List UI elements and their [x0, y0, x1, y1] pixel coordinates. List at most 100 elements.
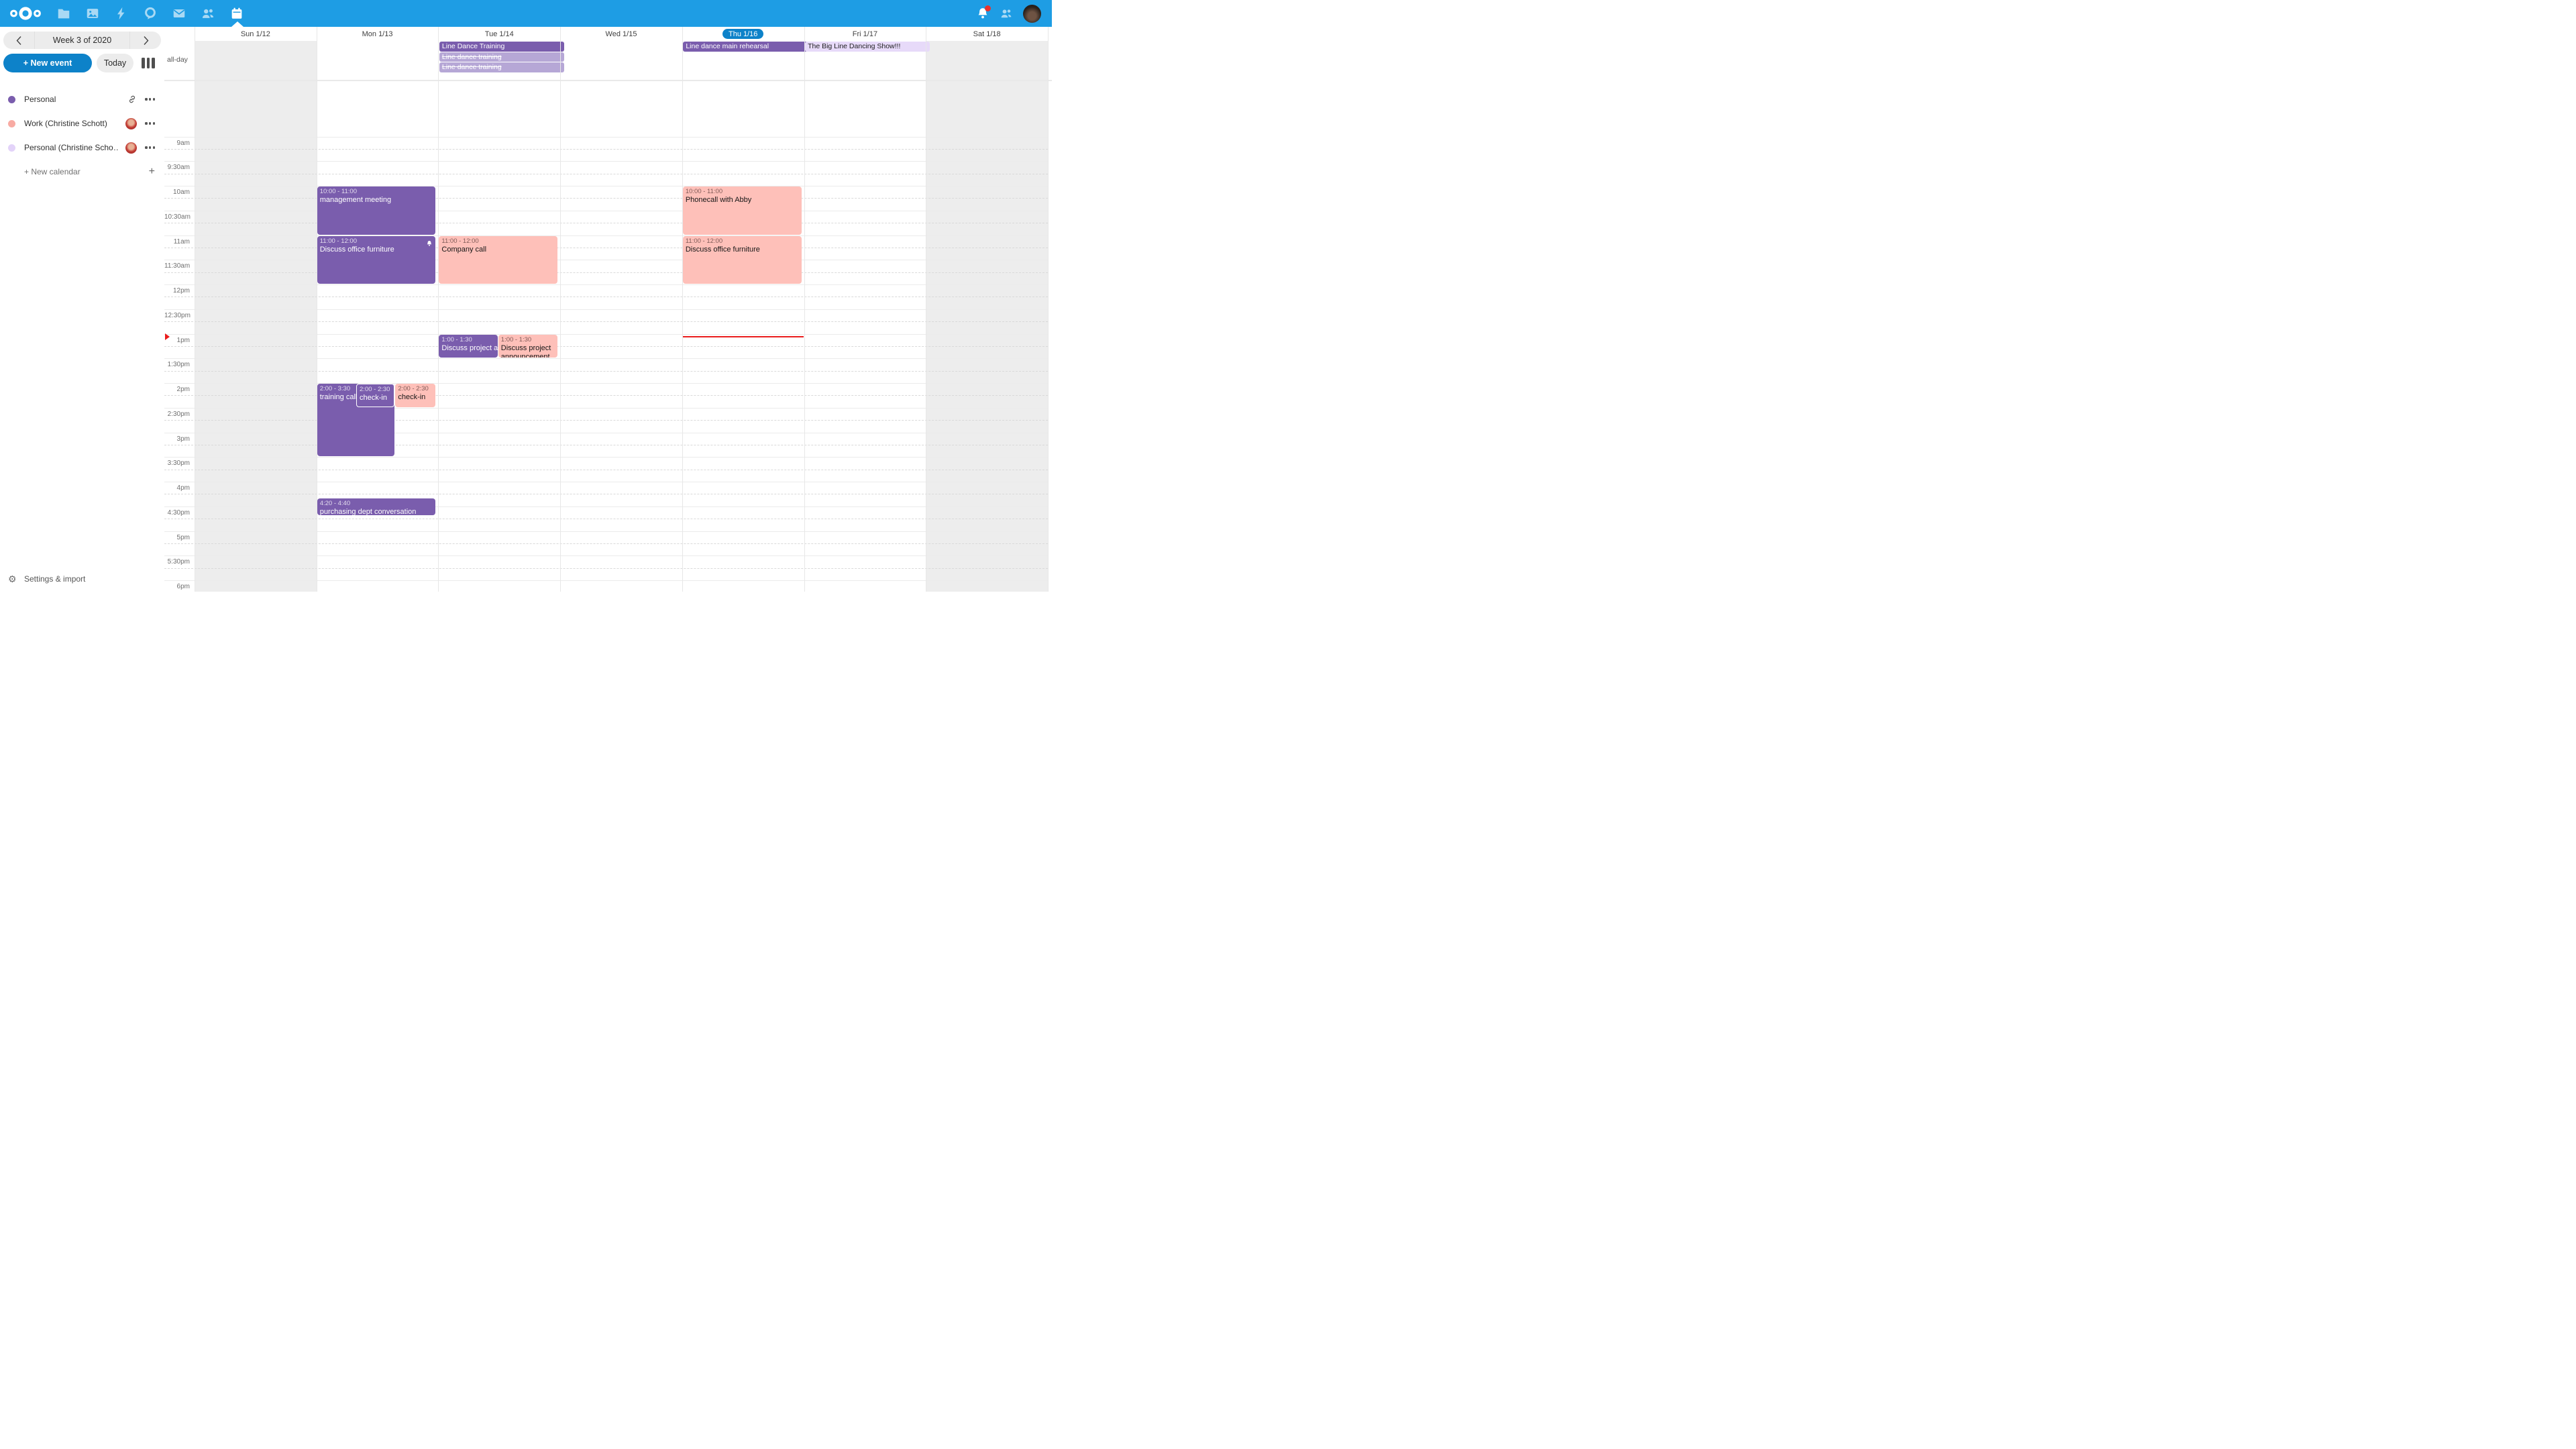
quarter-slot-line — [164, 198, 1048, 199]
previous-week-button[interactable] — [3, 32, 34, 49]
slot-line — [164, 531, 1048, 532]
calendar-color-dot[interactable] — [8, 96, 15, 103]
day-header-label: Wed 1/15 — [606, 30, 637, 38]
all-day-label: all-day — [167, 56, 188, 64]
calendar-color-dot[interactable] — [8, 120, 15, 127]
calendar-item-actions — [125, 118, 155, 129]
day-column[interactable] — [804, 81, 926, 592]
share-link-icon[interactable] — [127, 95, 137, 104]
time-axis-label: 9:30am — [164, 162, 190, 172]
week-navigation: Week 3 of 2020 — [3, 32, 161, 49]
column-divider — [804, 27, 805, 592]
weekend-shading — [926, 41, 1048, 80]
plus-icon[interactable]: + — [149, 166, 155, 177]
new-calendar-label: + New calendar — [24, 167, 80, 176]
next-week-button[interactable] — [130, 32, 161, 49]
talk-app-icon[interactable] — [143, 6, 158, 21]
time-axis-label: 4:30pm — [164, 508, 190, 518]
quarter-slot-line — [164, 321, 1048, 322]
new-calendar-button[interactable]: + New calendar + — [0, 160, 164, 184]
event-time: 1:00 - 1:30 — [501, 336, 555, 344]
settings-and-import[interactable]: ⚙ Settings & import — [0, 570, 85, 588]
sidebar-actions: + New event Today — [3, 54, 161, 72]
calendar-event[interactable]: 11:00 - 12:00Company call — [439, 236, 557, 284]
calendar-event[interactable]: 11:00 - 12:00Discuss office furniture — [317, 236, 436, 284]
calendar-app-icon[interactable] — [229, 6, 244, 21]
calendar-event[interactable]: 2:00 - 2:30check-in — [395, 384, 435, 407]
day-header: Thu 1/16 — [682, 27, 804, 41]
all-day-event[interactable]: The Big Line Dancing Show!!! — [805, 42, 930, 52]
user-avatar[interactable] — [1023, 5, 1041, 23]
calendar-owner-avatar — [125, 142, 137, 154]
time-axis-label: 11:30am — [164, 261, 190, 271]
activity-app-icon[interactable] — [114, 6, 129, 21]
calendar-name: Personal — [24, 95, 56, 104]
time-axis-label: 10am — [164, 187, 190, 197]
contacts-menu-icon[interactable] — [1000, 7, 1013, 20]
day-column[interactable] — [195, 81, 317, 592]
calendar-event[interactable]: 10:00 - 11:00management meeting — [317, 186, 436, 235]
event-title: management meeting — [320, 196, 433, 205]
time-grid: 9am9:30am10am10:30am11am11:30am12pm12:30… — [164, 81, 1052, 592]
slot-line — [164, 383, 1048, 384]
all-day-section: all-day Line Dance TrainingLine dance tr… — [164, 41, 1052, 81]
event-title: Phonecall with Abby — [686, 196, 799, 205]
mail-app-icon[interactable] — [172, 6, 186, 21]
photos-app-icon[interactable] — [85, 6, 100, 21]
week-label[interactable]: Week 3 of 2020 — [34, 32, 130, 49]
event-time: 10:00 - 11:00 — [686, 188, 799, 196]
all-day-event[interactable]: Line dance training — [439, 62, 564, 72]
calendar-actions-menu-icon[interactable] — [145, 122, 155, 124]
calendar-event[interactable]: 2:00 - 2:30check-in — [356, 384, 394, 407]
today-button[interactable]: Today — [97, 54, 133, 72]
calendar-item-actions — [125, 142, 155, 154]
event-time: 11:00 - 12:00 — [441, 237, 555, 246]
slot-line — [164, 235, 1048, 236]
all-day-event[interactable]: Line dance main rehearsal — [683, 42, 808, 52]
calendar-name: Personal (Christine Scho… — [24, 143, 118, 152]
view-switcher-icon[interactable] — [142, 58, 155, 68]
calendar-list-item[interactable]: Work (Christine Schott) — [0, 111, 164, 136]
calendar-list-item[interactable]: Personal (Christine Scho… — [0, 136, 164, 160]
day-column[interactable] — [560, 81, 682, 592]
current-time-arrow — [165, 333, 170, 340]
time-axis-label: 2:30pm — [164, 409, 190, 419]
calendar-sidebar: Week 3 of 2020 + New event Today Persona… — [0, 27, 165, 592]
day-header: Tue 1/14 — [438, 27, 560, 41]
nextcloud-calendar-app: Week 3 of 2020 + New event Today Persona… — [0, 0, 1052, 592]
contacts-app-icon[interactable] — [201, 6, 215, 21]
new-event-button[interactable]: + New event — [3, 54, 92, 72]
active-app-indicator — [231, 21, 244, 27]
reminder-bell-icon — [426, 238, 433, 250]
all-day-event[interactable]: Line dance training — [439, 52, 564, 62]
all-day-event[interactable]: Line Dance Training — [439, 42, 564, 52]
files-app-icon[interactable] — [56, 6, 71, 21]
calendar-event[interactable]: 1:00 - 1:30Discuss project announcement — [498, 335, 557, 358]
calendar-event[interactable]: 1:00 - 1:30Discuss project announcement — [439, 335, 497, 358]
app-navigation — [56, 0, 244, 27]
day-column[interactable] — [926, 81, 1048, 592]
calendar-color-dot[interactable] — [8, 144, 15, 152]
quarter-slot-line — [164, 543, 1048, 544]
calendar-actions-menu-icon[interactable] — [145, 98, 155, 100]
calendar-event[interactable]: 4:20 - 4:40purchasing dept conversation — [317, 498, 436, 515]
calendar-event[interactable]: 10:00 - 11:00Phonecall with Abby — [683, 186, 802, 235]
settings-label: Settings & import — [24, 574, 85, 584]
event-time: 2:00 - 2:30 — [398, 385, 433, 393]
notifications-bell-icon[interactable] — [976, 7, 989, 20]
event-title: Discuss project announcement — [441, 344, 494, 353]
day-header-row: Sun 1/12Mon 1/13Tue 1/14Wed 1/15Thu 1/16… — [164, 27, 1052, 41]
calendar-week-view: Sun 1/12Mon 1/13Tue 1/14Wed 1/15Thu 1/16… — [164, 27, 1052, 592]
slot-line — [164, 457, 1048, 458]
calendar-event[interactable]: 11:00 - 12:00Discuss office furniture — [683, 236, 802, 284]
calendar-actions-menu-icon[interactable] — [145, 146, 155, 148]
day-header-label: Sat 1/18 — [973, 30, 1001, 38]
quarter-slot-line — [164, 568, 1048, 569]
event-time: 1:00 - 1:30 — [441, 336, 494, 344]
calendar-list-item[interactable]: Personal — [0, 87, 164, 111]
slot-line — [164, 555, 1048, 556]
day-header: Mon 1/13 — [317, 27, 439, 41]
slot-line — [164, 334, 1048, 335]
nextcloud-logo[interactable] — [8, 4, 43, 23]
slot-line — [164, 408, 1048, 409]
